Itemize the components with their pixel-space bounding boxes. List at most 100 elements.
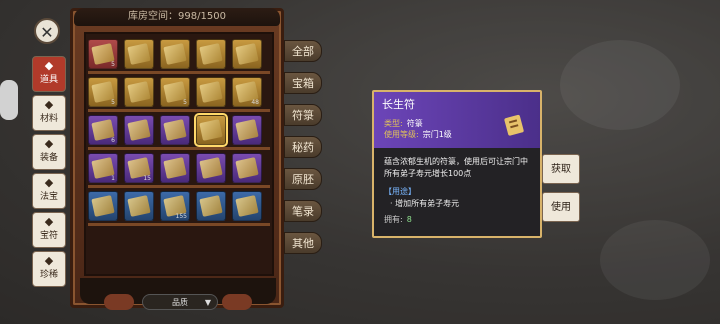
category-tab-3[interactable]: 秘药 <box>284 136 322 158</box>
left-tab-2[interactable]: ◆ 装备 <box>32 134 66 170</box>
side-ornament <box>0 80 18 120</box>
talisman-icon <box>235 43 259 65</box>
item-level-key: 使用等级: <box>384 130 419 139</box>
inventory-slot[interactable] <box>88 191 118 221</box>
slot-count: 5 <box>111 99 115 106</box>
background-decoration <box>560 40 680 130</box>
inventory-slot[interactable] <box>232 191 262 221</box>
left-tab-label: 道具 <box>39 75 58 85</box>
close-button[interactable]: ✕ <box>34 18 60 44</box>
category-tab-4[interactable]: 原胚 <box>284 168 322 190</box>
item-title: 长生符 <box>382 98 415 111</box>
inventory-slot[interactable] <box>160 153 190 183</box>
category-tab-5[interactable]: 笔录 <box>284 200 322 222</box>
talisman-icon <box>91 195 115 217</box>
inventory-slot[interactable] <box>194 113 228 147</box>
slot-count: 48 <box>251 99 259 106</box>
left-tab-label: 法宝 <box>39 192 58 202</box>
sort-dropdown[interactable]: 品质 ▼ <box>142 294 218 310</box>
inventory-slot[interactable]: 5 <box>88 39 118 69</box>
slot-count: 5 <box>111 61 115 68</box>
background-decoration <box>600 220 710 300</box>
talisman-icon <box>127 119 151 141</box>
inventory-slot[interactable] <box>160 115 190 145</box>
item-detail-header: 长生符 类型: 符箓 使用等级: 宗门1级 <box>374 92 540 148</box>
item-detail-body: 蕴含浓郁生机的符箓，使用后可让宗门中所有弟子寿元增长100点 【用途】 · 增加… <box>374 148 540 234</box>
item-level-value: 宗门1级 <box>422 130 452 139</box>
slot-count: 155 <box>175 213 187 220</box>
inventory-slot[interactable]: 1 <box>88 153 118 183</box>
item-owned: 拥有: 8 <box>384 214 530 226</box>
left-tab-bar: ◆ 道具 ◆ 材料 ◆ 装备 ◆ 法宝 ◆ 宝符 ◆ 珍稀 <box>32 56 68 290</box>
inventory-grid: 5 5 5 48 6 1 15 155 <box>88 38 270 228</box>
inventory-slot[interactable]: 15 <box>124 153 154 183</box>
filter-left-button[interactable] <box>104 294 134 310</box>
inventory-slot[interactable] <box>160 39 190 69</box>
inventory-slot[interactable] <box>232 39 262 69</box>
inventory-slot[interactable]: 5 <box>160 77 190 107</box>
talisman-icon <box>235 157 259 179</box>
left-tab-label: 装备 <box>39 153 58 163</box>
capacity-label: 库房空间：998/1500 <box>74 8 280 26</box>
talisman-icon <box>199 43 223 65</box>
inventory-slot[interactable] <box>124 191 154 221</box>
category-tab-0[interactable]: 全部 <box>284 40 322 62</box>
talisman-icon <box>504 114 524 136</box>
talisman-icon <box>163 119 187 141</box>
category-tab-6[interactable]: 其他 <box>284 232 322 254</box>
left-tab-5[interactable]: ◆ 珍稀 <box>32 251 66 287</box>
get-button[interactable]: 获取 <box>542 154 580 184</box>
item-use-entry: · 增加所有弟子寿元 <box>390 199 460 208</box>
item-owned-label: 拥有: <box>384 215 403 224</box>
talisman-icon <box>199 157 223 179</box>
item-description: 蕴含浓郁生机的符箓，使用后可让宗门中所有弟子寿元增长100点 <box>384 157 528 178</box>
talisman-icon <box>127 43 151 65</box>
inventory-slot[interactable] <box>196 77 226 107</box>
category-tab-1[interactable]: 宝箱 <box>284 72 322 94</box>
inventory-slot[interactable]: 48 <box>232 77 262 107</box>
inventory-slot[interactable]: 6 <box>88 115 118 145</box>
inventory-slot[interactable] <box>196 153 226 183</box>
item-use-title: 【用途】 <box>384 187 416 196</box>
item-detail-panel: 长生符 类型: 符箓 使用等级: 宗门1级 蕴含浓郁生机的符箓，使用后可让宗门中所有… <box>372 90 542 238</box>
left-tab-3[interactable]: ◆ 法宝 <box>32 173 66 209</box>
use-button[interactable]: 使用 <box>542 192 580 222</box>
shelf-row: 6 <box>88 113 270 150</box>
inventory-slot[interactable] <box>124 115 154 145</box>
talisman-icon <box>127 195 151 217</box>
talisman-icon <box>235 119 259 141</box>
left-tab-1[interactable]: ◆ 材料 <box>32 95 66 131</box>
equipment-icon: ◆ <box>44 137 54 150</box>
material-icon: ◆ <box>44 98 54 111</box>
inventory-slot[interactable] <box>232 115 262 145</box>
item-type-value: 符箓 <box>406 119 423 128</box>
bag-icon: ◆ <box>44 59 54 72</box>
talisman-icon: ◆ <box>44 215 54 228</box>
filter-right-button[interactable] <box>222 294 252 310</box>
inventory-slot[interactable] <box>196 191 226 221</box>
inventory-slot[interactable] <box>124 77 154 107</box>
talisman-icon <box>127 81 151 103</box>
left-tab-0[interactable]: ◆ 道具 <box>32 56 66 92</box>
talisman-icon <box>199 195 223 217</box>
left-tab-label: 材料 <box>39 114 58 124</box>
talisman-icon <box>199 81 223 103</box>
item-owned-value: 8 <box>406 215 412 224</box>
talisman-icon <box>199 119 223 141</box>
shelf-row: 5 5 48 <box>88 76 270 112</box>
rare-icon: ◆ <box>44 254 54 267</box>
inventory-slot[interactable] <box>196 39 226 69</box>
left-tab-4[interactable]: ◆ 宝符 <box>32 212 66 248</box>
inventory-slot[interactable]: 155 <box>160 191 190 221</box>
category-tab-bar: 全部宝箱符箓秘药原胚笔录其他 <box>284 40 322 264</box>
inventory-slot[interactable] <box>232 153 262 183</box>
inventory-slot[interactable] <box>124 39 154 69</box>
talisman-icon <box>163 43 187 65</box>
inventory-slot[interactable]: 5 <box>88 77 118 107</box>
slot-count: 6 <box>111 137 115 144</box>
category-tab-2[interactable]: 符箓 <box>284 104 322 126</box>
chevron-down-icon: ▼ <box>204 298 211 307</box>
shelf-row: 5 <box>88 38 270 74</box>
slot-count: 15 <box>143 175 151 182</box>
sort-label: 品质 <box>172 298 188 307</box>
